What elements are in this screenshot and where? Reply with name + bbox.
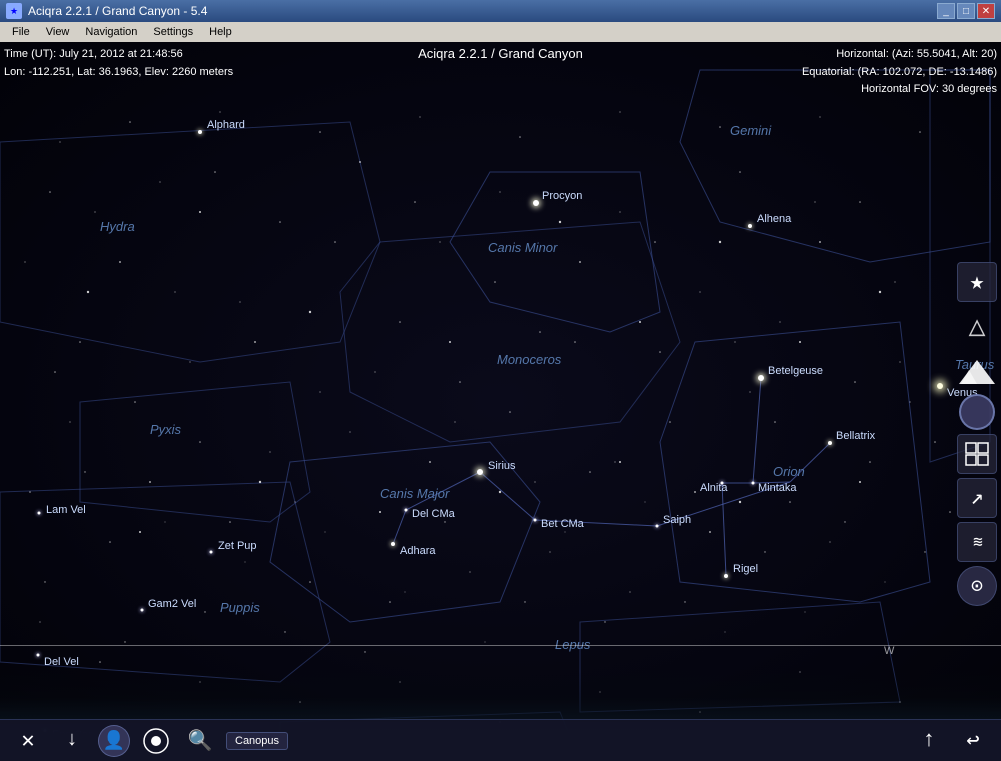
- rotate-button[interactable]: ⊙: [957, 566, 997, 606]
- dot-button[interactable]: [138, 723, 174, 759]
- search-button[interactable]: 🔍: [182, 723, 218, 759]
- window-controls: _ □ ✕: [937, 3, 995, 19]
- star-alphard[interactable]: [198, 130, 202, 134]
- time-display: Time (UT): July 21, 2012 at 21:48:56: [4, 46, 233, 64]
- star-del-cma[interactable]: [405, 509, 408, 512]
- nav-up-button[interactable]: ↑: [911, 723, 947, 759]
- star-bet-cma[interactable]: [534, 519, 537, 522]
- star-mintaka[interactable]: [752, 482, 755, 485]
- star-procyon[interactable]: [533, 200, 539, 206]
- star-venus[interactable]: [937, 383, 943, 389]
- circle-view-button[interactable]: [959, 394, 995, 430]
- close-button[interactable]: ✕: [977, 3, 995, 19]
- close-x-button[interactable]: ✕: [10, 723, 46, 759]
- mountain-button[interactable]: [957, 350, 997, 390]
- menubar: File View Navigation Settings Help: [0, 22, 1001, 42]
- star-background: [0, 42, 1001, 761]
- star-saiph[interactable]: [656, 525, 659, 528]
- app-title: Aciqra 2.2.1 / Grand Canyon: [418, 46, 583, 61]
- bottom-toolbar: ✕ ↓ 👤 🔍 Canopus ↑ ↩: [0, 719, 1001, 761]
- star-del-vel[interactable]: [37, 654, 40, 657]
- canopus-text: Canopus: [235, 735, 279, 747]
- star-betelgeuse[interactable]: [758, 375, 764, 381]
- menu-settings[interactable]: Settings: [145, 22, 201, 42]
- app-icon: ★: [6, 3, 22, 19]
- star-alhena[interactable]: [748, 224, 752, 228]
- right-toolbar: ★ △ ↗ ≋ ⊙: [953, 42, 1001, 761]
- wave-button[interactable]: ≋: [957, 522, 997, 562]
- angle-button[interactable]: ↗: [957, 478, 997, 518]
- star-adhara[interactable]: [391, 542, 395, 546]
- grid-button[interactable]: [957, 434, 997, 474]
- star-zet-pup[interactable]: [210, 551, 213, 554]
- window-title: Aciqra 2.2.1 / Grand Canyon - 5.4: [28, 4, 937, 18]
- star-rigel[interactable]: [724, 574, 728, 578]
- favorite-button[interactable]: ★: [957, 262, 997, 302]
- star-bellatrix[interactable]: [828, 441, 832, 445]
- menu-navigation[interactable]: Navigation: [77, 22, 145, 42]
- nav-return-button[interactable]: ↩: [955, 723, 991, 759]
- star-alnita[interactable]: [721, 482, 724, 485]
- info-panel-center: Aciqra 2.2.1 / Grand Canyon: [418, 46, 583, 61]
- minimize-button[interactable]: _: [937, 3, 955, 19]
- info-panel-left: Time (UT): July 21, 2012 at 21:48:56 Lon…: [4, 46, 233, 81]
- menu-file[interactable]: File: [4, 22, 38, 42]
- maximize-button[interactable]: □: [957, 3, 975, 19]
- titlebar: ★ Aciqra 2.2.1 / Grand Canyon - 5.4 _ □ …: [0, 0, 1001, 22]
- canopus-label-display[interactable]: Canopus: [226, 732, 288, 750]
- sky-canvas[interactable]: Time (UT): July 21, 2012 at 21:48:56 Lon…: [0, 42, 1001, 761]
- star-sirius[interactable]: [477, 469, 483, 475]
- triangle-button[interactable]: △: [957, 306, 997, 346]
- menu-view[interactable]: View: [38, 22, 78, 42]
- star-gam2-vel[interactable]: [141, 609, 144, 612]
- menu-help[interactable]: Help: [201, 22, 240, 42]
- person-icon[interactable]: 👤: [98, 725, 130, 757]
- west-marker: W: [884, 645, 894, 657]
- star-lam-vel[interactable]: [38, 512, 41, 515]
- download-button[interactable]: ↓: [54, 723, 90, 759]
- location-display: Lon: -112.251, Lat: 36.1963, Elev: 2260 …: [4, 64, 233, 82]
